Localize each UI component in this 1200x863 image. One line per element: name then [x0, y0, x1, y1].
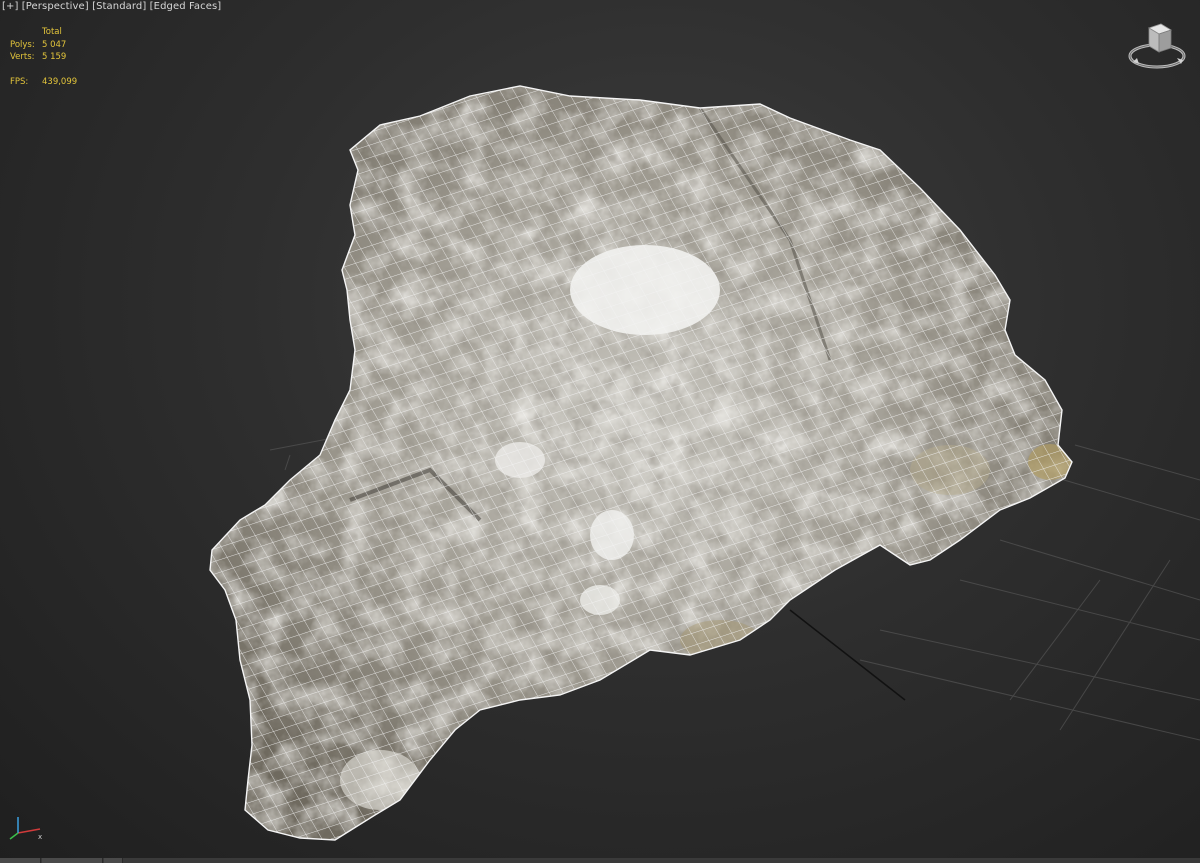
statistics-overlay: Total Polys: 5 047 Verts: 5 159 FPS: 439… [10, 26, 77, 88]
stats-polys-value: 5 047 [42, 39, 67, 50]
stats-verts-value: 5 159 [42, 52, 67, 62]
viewport-menu-plus[interactable]: [+] [2, 1, 18, 12]
perspective-viewport[interactable]: [+] [Perspective] [Standard] [Edged Face… [0, 0, 1200, 863]
viewport-point-of-view[interactable]: [Perspective] [22, 1, 89, 12]
stats-total-header: Total [42, 27, 62, 37]
viewport-display-mode[interactable]: [Edged Faces] [150, 1, 222, 12]
viewcube-icon[interactable] [1125, 18, 1189, 74]
viewport-label-menu[interactable]: [+] [Perspective] [Standard] [Edged Face… [2, 1, 221, 12]
stats-polys-label: Polys: [10, 39, 35, 50]
rock-mesh [209, 85, 1073, 841]
axis-line [789, 609, 906, 701]
bottom-edge-strip [0, 858, 1200, 863]
scene-canvas [209, 85, 1200, 841]
svg-text:x: x [38, 833, 42, 841]
stats-fps-label: FPS: [10, 76, 29, 87]
stats-verts-label: Verts: [10, 52, 35, 62]
axis-tripod-icon: x [4, 815, 44, 845]
stats-fps-row: FPS: 439,099 [10, 76, 77, 89]
stats-fps-value: 439,099 [42, 76, 78, 87]
stats-polys-row: Polys: 5 047 [10, 39, 77, 52]
viewport-shading-standard[interactable]: [Standard] [92, 1, 146, 12]
stats-verts-row: Verts: 5 159 [10, 51, 77, 64]
